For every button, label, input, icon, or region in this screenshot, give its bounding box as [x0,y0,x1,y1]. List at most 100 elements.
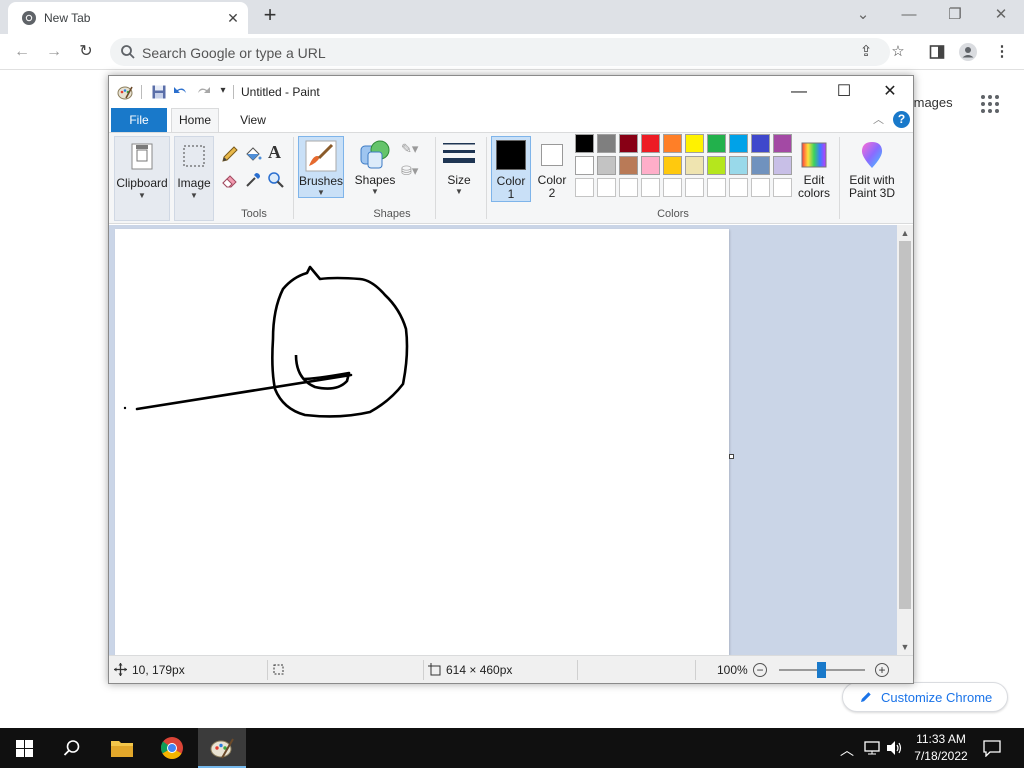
scroll-thumb[interactable] [899,241,911,609]
text-tool-icon[interactable]: A [268,142,281,163]
volume-icon[interactable] [886,740,904,756]
tray-overflow-chevron-icon[interactable]: ︿ [840,740,854,760]
palette-custom-slot[interactable] [641,178,660,197]
palette-swatch[interactable] [751,156,770,175]
start-button[interactable] [0,728,48,768]
vertical-scrollbar[interactable]: ▲ ▼ [897,225,913,655]
chrome-minimize-button[interactable]: — [889,0,929,30]
color1-button[interactable]: Color 1 [491,136,531,202]
color2-button[interactable]: Color 2 [535,136,569,202]
redo-icon[interactable] [195,84,211,100]
image-button[interactable]: Image ▼ [174,136,214,221]
save-icon[interactable] [151,84,167,100]
reload-icon[interactable]: ↻ [74,40,98,64]
tab-new-tab[interactable]: New Tab ✕ [8,2,248,34]
chrome-icon [22,11,36,25]
network-icon[interactable] [864,741,880,755]
taskbar-chrome[interactable] [148,728,196,768]
tab-search-chevron-icon[interactable]: ⌄ [843,0,883,30]
brushes-button[interactable]: Brushes ▼ [298,136,344,198]
palette-swatch[interactable] [663,156,682,175]
qat-customize-chevron-icon[interactable]: ▾ [215,85,231,101]
customize-chrome-button[interactable]: Customize Chrome [842,682,1008,712]
palette-swatch[interactable] [597,156,616,175]
palette-custom-slot[interactable] [575,178,594,197]
palette-custom-slot[interactable] [773,178,792,197]
magnifier-icon[interactable] [267,171,285,189]
zoom-in-icon[interactable]: + [875,663,889,677]
scroll-up-arrow-icon[interactable]: ▲ [897,225,913,241]
forward-arrow-icon[interactable]: → [42,40,66,64]
palette-swatch[interactable] [751,134,770,153]
palette-swatch[interactable] [619,134,638,153]
palette-custom-slot[interactable] [597,178,616,197]
zoom-slider-thumb[interactable] [817,662,826,678]
tab-home[interactable]: Home [171,108,219,133]
palette-swatch[interactable] [619,156,638,175]
ntp-images-link[interactable]: Images [910,95,953,110]
scroll-down-arrow-icon[interactable]: ▼ [897,639,913,655]
palette-swatch[interactable] [575,134,594,153]
size-button[interactable]: Size ▼ [439,136,479,198]
palette-swatch[interactable] [663,134,682,153]
fill-icon[interactable]: ⛁▾ [401,163,418,179]
palette-swatch[interactable] [729,156,748,175]
palette-custom-slot[interactable] [751,178,770,197]
chrome-menu-icon[interactable]: ⋮ [992,42,1012,62]
palette-swatch[interactable] [707,156,726,175]
pencil-tool-icon[interactable] [221,145,239,163]
paint-minimize-button[interactable]: — [776,76,822,108]
paint-maximize-button[interactable]: ☐ [821,76,867,108]
google-apps-icon[interactable] [980,94,1000,114]
back-arrow-icon[interactable]: ← [10,40,34,64]
palette-swatch[interactable] [597,134,616,153]
ribbon-collapse-chevron-icon[interactable]: ︿ [873,111,884,127]
paint-app-icon[interactable] [117,84,133,100]
palette-swatch[interactable] [641,134,660,153]
palette-swatch[interactable] [707,134,726,153]
palette-swatch[interactable] [773,134,792,153]
outline-icon[interactable]: ✎▾ [401,141,418,157]
taskbar-paint[interactable] [198,728,246,768]
tab-file[interactable]: File [111,108,167,132]
shapes-button[interactable]: Shapes ▼ [352,136,398,198]
palette-custom-slot[interactable] [707,178,726,197]
tab-close-button[interactable]: ✕ [224,9,242,27]
chrome-restore-button[interactable]: ❐ [935,0,975,30]
taskbar-clock[interactable]: 11:33 AM 7/18/2022 [910,731,972,765]
clipboard-button[interactable]: Clipboard ▼ [114,136,170,221]
eraser-icon[interactable] [221,171,239,189]
notifications-icon[interactable] [983,740,1001,757]
new-tab-button[interactable]: + [258,4,282,28]
paint-close-button[interactable]: ✕ [867,76,913,108]
undo-icon[interactable] [173,84,189,100]
drawing-canvas[interactable] [115,229,729,655]
edit-with-paint3d-button[interactable]: Edit with Paint 3D [843,136,901,202]
color-picker-icon[interactable] [244,171,262,189]
bookmark-star-icon[interactable]: ☆ [888,42,908,62]
palette-custom-slot[interactable] [685,178,704,197]
palette-custom-slot[interactable] [619,178,638,197]
palette-custom-slot[interactable] [729,178,748,197]
help-button[interactable]: ? [893,111,910,128]
zoom-out-icon[interactable]: − [753,663,767,677]
palette-custom-slot[interactable] [663,178,682,197]
omnibox[interactable]: Search Google or type a URL [110,38,890,66]
chrome-close-button[interactable]: ✕ [981,0,1021,30]
circle-stroke [271,265,409,418]
fill-bucket-icon[interactable] [244,145,262,163]
side-panel-icon[interactable] [927,42,947,62]
taskbar-search-button[interactable] [48,728,96,768]
tab-view[interactable]: View [233,108,273,132]
edit-colors-button[interactable]: Edit colors [795,136,833,202]
palette-swatch[interactable] [575,156,594,175]
share-icon[interactable]: ⇪ [856,42,876,62]
taskbar-file-explorer[interactable] [98,728,146,768]
palette-swatch[interactable] [685,134,704,153]
palette-swatch[interactable] [685,156,704,175]
canvas-resize-handle[interactable] [729,454,734,459]
palette-swatch[interactable] [641,156,660,175]
profile-avatar-icon[interactable] [958,42,978,62]
palette-swatch[interactable] [773,156,792,175]
palette-swatch[interactable] [729,134,748,153]
